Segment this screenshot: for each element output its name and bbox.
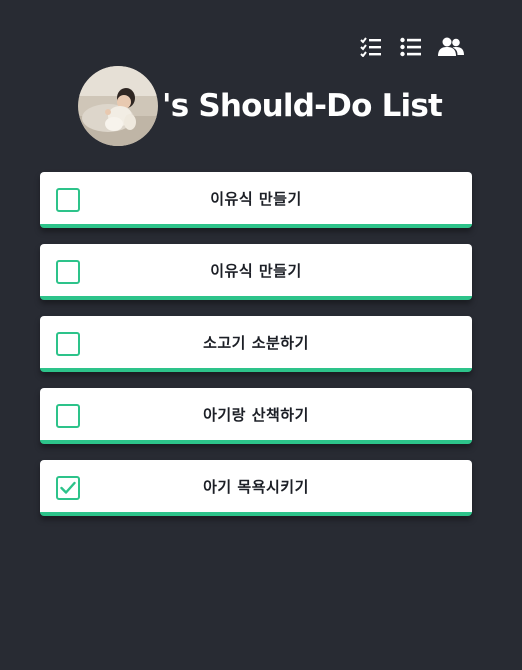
users-icon[interactable] [438, 34, 464, 60]
checklist-icon[interactable] [358, 34, 384, 60]
todo-label: 이유식 만들기 [210, 261, 302, 280]
list-icon[interactable] [398, 34, 424, 60]
todo-item[interactable]: 소고기 소분하기 [40, 316, 472, 372]
avatar [78, 66, 158, 146]
todo-item[interactable]: 이유식 만들기 [40, 172, 472, 228]
todo-checkbox[interactable] [56, 332, 80, 356]
page-title: 's Should-Do List [162, 88, 443, 124]
todo-list: 이유식 만들기 이유식 만들기 소고기 소분하기 아기랑 산책하기 아기 목욕시키기 [40, 172, 472, 532]
check-icon [60, 481, 76, 494]
app-page: 's Should-Do List 이유식 만들기 이유식 만들기 소고기 소분하기… [0, 0, 522, 670]
todo-checkbox[interactable] [56, 476, 80, 500]
todo-checkbox[interactable] [56, 260, 80, 284]
todo-label: 이유식 만들기 [210, 189, 302, 208]
todo-checkbox[interactable] [56, 404, 80, 428]
top-nav [358, 34, 464, 60]
todo-label: 소고기 소분하기 [203, 333, 309, 352]
todo-checkbox[interactable] [56, 188, 80, 212]
todo-label: 아기 목욕시키기 [203, 477, 309, 496]
todo-item[interactable]: 아기 목욕시키기 [40, 460, 472, 516]
baby-photo [78, 66, 158, 146]
todo-label: 아기랑 산책하기 [203, 405, 309, 424]
page-header: 's Should-Do List [78, 66, 443, 146]
todo-item[interactable]: 아기랑 산책하기 [40, 388, 472, 444]
todo-item[interactable]: 이유식 만들기 [40, 244, 472, 300]
